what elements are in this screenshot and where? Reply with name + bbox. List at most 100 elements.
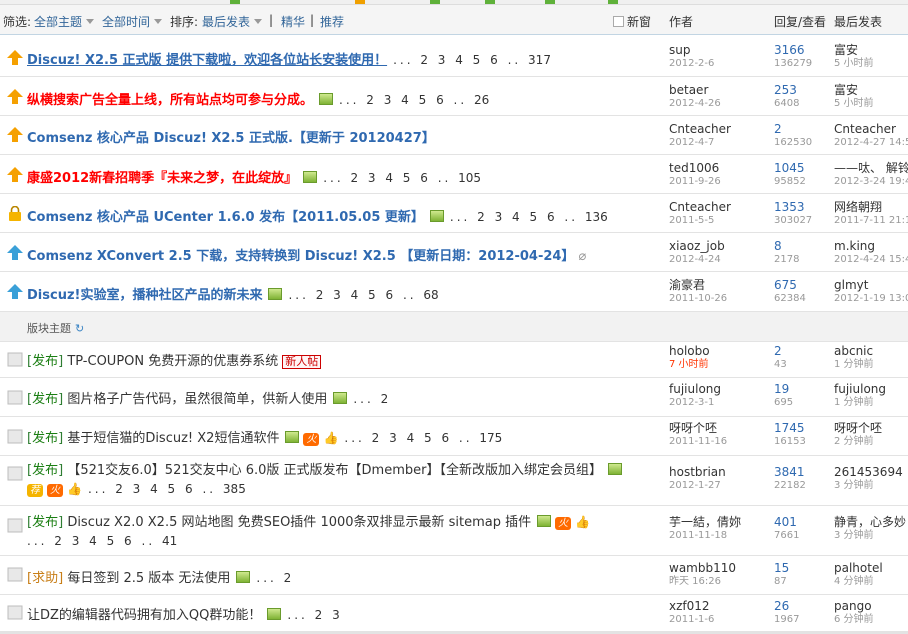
- thread-link[interactable]: 图片格子广告代码，虽然很简单，供新人使用: [67, 392, 327, 407]
- thread-title[interactable]: Comsenz XConvert 2.5 下载，支持转换到 Discuz! X2…: [27, 245, 586, 264]
- thread-link[interactable]: 纵横搜索广告全量上线，所有站点均可参与分成。: [27, 93, 313, 108]
- image-attachment-icon: [285, 431, 300, 443]
- sort-label: 排序:: [170, 15, 199, 29]
- last-post[interactable]: 网络朝翔 2011-7-11 21:1: [834, 200, 908, 227]
- last-post[interactable]: Cnteacher 2012-4-27 14:5: [834, 122, 908, 149]
- thread-title[interactable]: [发布] 图片格子广告代码，虽然很简单，供新人使用... 2: [27, 388, 388, 407]
- thread-author[interactable]: 呀呀个呸 2011-11-16: [669, 421, 765, 448]
- pagination[interactable]: ... 2 3: [287, 608, 342, 622]
- thread-link[interactable]: 康盛2012新春招聘季『未来之梦，在此绽放』: [27, 171, 297, 186]
- last-post[interactable]: m.king 2012-4-24 15:4: [834, 239, 908, 266]
- divider: |: [310, 13, 315, 27]
- checkbox-icon[interactable]: [613, 16, 624, 27]
- thread-author[interactable]: xiaoz_job 2012-4-24: [669, 239, 765, 266]
- thread-author[interactable]: holobo 7 小时前: [669, 344, 765, 371]
- thread-author[interactable]: Cnteacher 2011-5-5: [669, 200, 765, 227]
- thread-author[interactable]: ted1006 2011-9-26: [669, 161, 765, 188]
- forum-sticky-icon: [7, 245, 23, 260]
- pagination[interactable]: ... 2 3 4 5 6 .. 136: [450, 210, 608, 224]
- last-post[interactable]: abcnic 1 分钟前: [834, 344, 908, 371]
- table-row: [求助] 每日签到 2.5 版本 无法使用... 2 wambb110 昨天 16…: [0, 556, 908, 595]
- thread-author[interactable]: betaer 2012-4-26: [669, 83, 765, 110]
- last-post[interactable]: fujiulong 1 分钟前: [834, 382, 908, 409]
- last-post[interactable]: palhotel 4 分钟前: [834, 561, 908, 588]
- table-row: Discuz!实验室，播种社区产品的新未来 ... 2 3 4 5 6 .. 68…: [0, 272, 908, 312]
- thread-author[interactable]: sup 2012-2-6: [669, 43, 765, 70]
- thread-author[interactable]: 渝豪君 2011-10-26: [669, 278, 765, 305]
- paperclip-icon: ⌀: [578, 249, 587, 264]
- reply-view-count: 8 2178: [774, 239, 800, 265]
- thread-link[interactable]: Discuz!实验室，播种社区产品的新未来: [27, 288, 262, 303]
- thread-title[interactable]: 康盛2012新春招聘季『未来之梦，在此绽放』 ... 2 3 4 5 6 .. 1…: [27, 167, 481, 186]
- thread-title[interactable]: [求助] 每日签到 2.5 版本 无法使用... 2: [27, 567, 291, 586]
- thread-author[interactable]: hostbrian 2012-1-27: [669, 465, 765, 492]
- thread-link[interactable]: 基于短信猫的Discuz! X2短信通软件: [67, 431, 279, 446]
- thread-link[interactable]: Comsenz XConvert 2.5 下载，支持转换到 Discuz! X2…: [27, 249, 574, 264]
- reply-view-count: 401 7661: [774, 515, 800, 541]
- thread-author[interactable]: xzf012 2011-1-6: [669, 599, 765, 626]
- filter-label: 筛选:: [3, 15, 32, 29]
- thread-link[interactable]: Comsenz 核心产品 UCenter 1.6.0 发布【2011.05.05…: [27, 210, 424, 225]
- last-post[interactable]: ——呔、 解铃 2012-3-24 19:4: [834, 161, 908, 188]
- thread-author[interactable]: wambb110 昨天 16:26: [669, 561, 765, 588]
- chevron-down-icon: [254, 19, 263, 24]
- filter-recommend-link[interactable]: 推荐: [320, 13, 344, 30]
- thread-title[interactable]: [发布] 基于短信猫的Discuz! X2短信通软件火 👍... 2 3 4 5 …: [27, 427, 502, 446]
- thread-author[interactable]: fujiulong 2012-3-1: [669, 382, 765, 409]
- image-attachment-icon: [319, 93, 334, 105]
- pagination[interactable]: ... 2 3 4 5 6 .. 385: [88, 482, 246, 496]
- thread-title[interactable]: Discuz!实验室，播种社区产品的新未来 ... 2 3 4 5 6 .. 68: [27, 284, 439, 303]
- last-post[interactable]: 富安 5 小时前: [834, 83, 908, 110]
- pagination[interactable]: ... 2: [353, 392, 388, 406]
- pagination[interactable]: ... 2 3 4 5 6 .. 26: [339, 93, 489, 107]
- pagination[interactable]: ... 2: [256, 571, 291, 585]
- divider: |: [269, 13, 274, 27]
- reply-view-count: 2 162530: [774, 122, 813, 148]
- image-attachment-icon: [303, 171, 318, 183]
- last-post[interactable]: 呀呀个呸 2 分钟前: [834, 421, 908, 448]
- thumbs-up-icon: 👍: [575, 515, 591, 529]
- thread-link[interactable]: Discuz! X2.5 正式版 提供下载啦，欢迎各位站长安装使用！: [27, 53, 387, 68]
- thread-title[interactable]: [发布] TP-COUPON 免费开源的优惠券系统 新人帖: [27, 350, 322, 369]
- new-window-toggle[interactable]: 新窗: [613, 13, 651, 30]
- thread-title[interactable]: Comsenz 核心产品 UCenter 1.6.0 发布【2011.05.05…: [27, 206, 608, 225]
- thread-link[interactable]: 每日签到 2.5 版本 无法使用: [67, 571, 230, 586]
- filter-all-time[interactable]: 全部时间: [102, 13, 163, 30]
- thread-title[interactable]: Discuz! X2.5 正式版 提供下载啦，欢迎各位站长安装使用！ ... 2 …: [27, 49, 551, 68]
- thread-link[interactable]: Comsenz 核心产品 Discuz! X2.5 正式版.【更新于 20120…: [27, 131, 435, 146]
- last-post[interactable]: pango 6 分钟前: [834, 599, 908, 626]
- thread-folder-icon: [7, 605, 23, 620]
- column-last-post-header[interactable]: 最后发表: [834, 13, 882, 30]
- last-post[interactable]: glmyt 2012-1-19 13:0: [834, 278, 908, 305]
- refresh-icon[interactable]: ↻: [75, 322, 84, 335]
- thread-author[interactable]: 芋一結，倩妳 2011-11-18: [669, 515, 765, 542]
- global-sticky-icon: [7, 89, 23, 104]
- pagination[interactable]: ... 2 3 4 5 6 .. 175: [344, 431, 502, 445]
- thread-title[interactable]: 纵横搜索广告全量上线，所有站点均可参与分成。 ... 2 3 4 5 6 .. 2…: [27, 89, 489, 108]
- thread-link[interactable]: 【521交友6.0】521交友中心 6.0版 正式版发布【Dmember】【全新…: [67, 463, 602, 478]
- thread-title[interactable]: 让DZ的编辑器代码拥有加入QQ群功能！ ... 2 3: [27, 604, 343, 623]
- last-post[interactable]: 静青，心多妙 3 分钟前: [834, 515, 908, 542]
- reply-view-count: 15 87: [774, 561, 790, 587]
- thread-folder-icon: [7, 390, 23, 405]
- thread-title[interactable]: Comsenz 核心产品 Discuz! X2.5 正式版.【更新于 20120…: [27, 127, 435, 146]
- reply-view-count: 675 62384: [774, 278, 806, 304]
- column-replies-header[interactable]: 回复/查看: [774, 13, 826, 30]
- pagination[interactable]: ... 2 3 4 5 6 .. 105: [323, 171, 481, 185]
- sort-select[interactable]: 最后发表: [202, 13, 263, 30]
- last-post[interactable]: 261453694 3 分钟前: [834, 465, 908, 492]
- column-author-header: 作者: [669, 15, 694, 29]
- thread-link[interactable]: Discuz X2.0 X2.5 网站地图 免费SEO插件 1000条双排显示最…: [67, 515, 531, 530]
- last-post[interactable]: 富安 5 小时前: [834, 43, 908, 70]
- pagination[interactable]: ... 2 3 4 5 6 .. 68: [288, 288, 438, 302]
- pagination[interactable]: ... 2 3 4 5 6 .. 41: [27, 534, 177, 548]
- filter-all-topics[interactable]: 全部主题: [34, 13, 95, 30]
- thread-title[interactable]: [发布] 【521交友6.0】521交友中心 6.0版 正式版发布【Dmembe…: [27, 462, 657, 499]
- filter-digest-link[interactable]: 精华: [281, 13, 305, 30]
- thread-title[interactable]: [发布] Discuz X2.0 X2.5 网站地图 免费SEO插件 1000条…: [27, 513, 657, 551]
- reply-view-count: 1045 95852: [774, 161, 806, 187]
- thread-link[interactable]: TP-COUPON 免费开源的优惠券系统: [67, 354, 278, 369]
- thread-link[interactable]: 让DZ的编辑器代码拥有加入QQ群功能！: [27, 608, 261, 623]
- thread-author[interactable]: Cnteacher 2012-4-7: [669, 122, 765, 149]
- pagination[interactable]: ... 2 3 4 5 6 .. 317: [393, 53, 551, 67]
